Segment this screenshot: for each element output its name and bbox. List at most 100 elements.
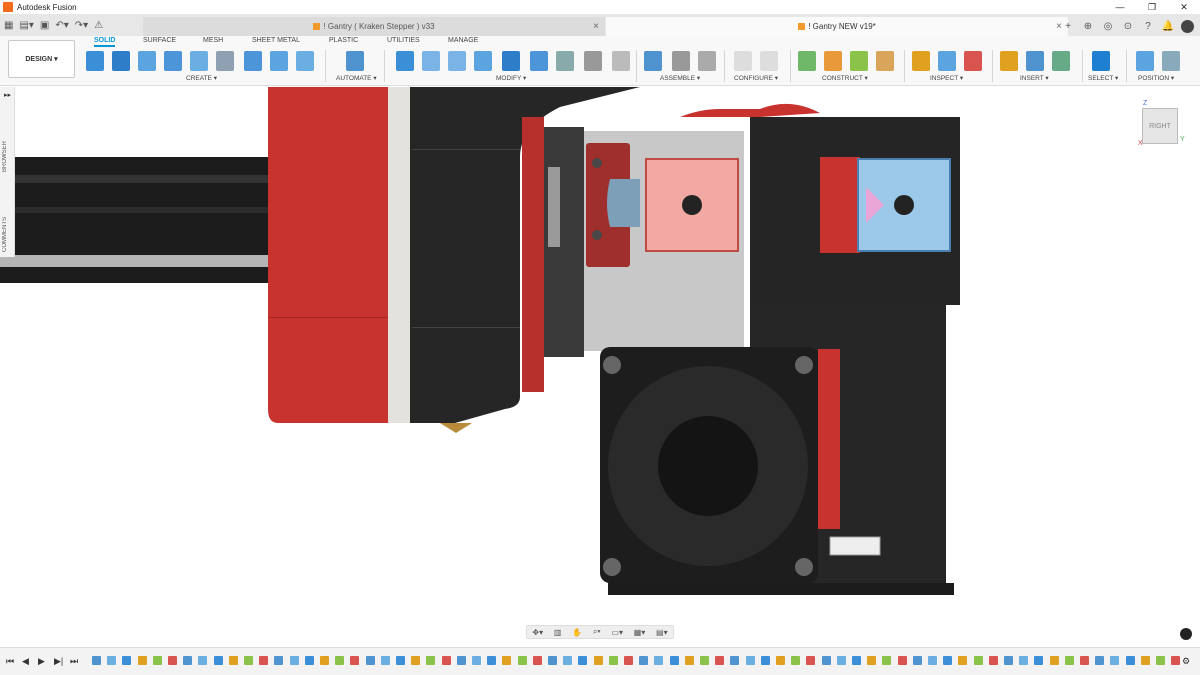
browser-panel-collapsed[interactable]: ▸▸ BROWSER COMMENTS — [0, 87, 15, 257]
timeline-feature-icon[interactable] — [593, 656, 603, 665]
maximize-button[interactable]: ❐ — [1136, 0, 1168, 14]
select-icon[interactable] — [1092, 51, 1110, 71]
timeline-start-icon[interactable]: ⏮ — [6, 656, 14, 667]
timeline-feature-icon[interactable] — [1171, 656, 1181, 665]
capture-position-icon[interactable] — [1136, 51, 1154, 71]
tab-sheet-metal[interactable]: SHEET METAL — [252, 37, 300, 44]
timeline-feature-icon[interactable] — [289, 656, 299, 665]
timeline-feature-icon[interactable] — [472, 656, 481, 665]
timeline-feature-icon[interactable] — [806, 656, 816, 665]
timeline-feature-icon[interactable] — [411, 656, 421, 665]
timeline-feature-icon[interactable] — [654, 656, 664, 665]
timeline-feature-icon[interactable] — [836, 656, 846, 665]
timeline-feature-icon[interactable] — [441, 656, 451, 665]
timeline-feature-icon[interactable] — [608, 656, 618, 665]
timeline-feature-icon[interactable] — [791, 656, 801, 665]
timeline-feature-icon[interactable] — [137, 656, 147, 665]
timeline-feature-icon[interactable] — [335, 656, 345, 665]
timeline-feature-icon[interactable] — [700, 656, 709, 665]
viewports-icon[interactable]: ▤▾ — [656, 628, 668, 637]
timeline-feature-icon[interactable] — [548, 656, 557, 665]
configuration-table-icon[interactable] — [760, 51, 778, 71]
timeline-feature-icon[interactable] — [350, 656, 360, 665]
timeline-feature-icon[interactable] — [517, 656, 527, 665]
timeline-feature-icon[interactable] — [988, 656, 998, 665]
group-insert[interactable]: INSERT ▾ — [1020, 74, 1049, 82]
timeline-feature-icon[interactable] — [107, 656, 117, 665]
timeline-feature-icon[interactable] — [669, 656, 679, 665]
new-tab-icon[interactable]: + — [1061, 21, 1075, 32]
timeline-settings-icon[interactable]: ⚙ — [1182, 656, 1190, 667]
timeline-feature-icon[interactable] — [502, 656, 512, 665]
pattern-icon[interactable] — [270, 51, 288, 71]
minimize-button[interactable]: — — [1104, 0, 1136, 14]
job-status-icon[interactable]: ⚠ — [94, 20, 103, 31]
timeline-feature-icon[interactable] — [198, 656, 208, 665]
tab-kraken-stepper[interactable]: ! Gantry ( Kraken Stepper ) v33 × — [143, 17, 605, 36]
timeline-feature-icon[interactable] — [1125, 656, 1135, 665]
timeline-play-icon[interactable]: ▶ — [38, 656, 45, 667]
revert-position-icon[interactable] — [1162, 51, 1180, 71]
timeline-feature-icon[interactable] — [760, 656, 770, 665]
hole-icon[interactable] — [216, 51, 234, 71]
timeline-feature-icon[interactable] — [365, 656, 375, 665]
timeline-feature-icon[interactable] — [897, 656, 907, 665]
chamfer-icon[interactable] — [448, 51, 466, 71]
extensions-icon[interactable]: ⊕ — [1081, 21, 1095, 32]
extrude-icon[interactable] — [112, 51, 130, 71]
save-icon[interactable]: ▣ — [40, 20, 49, 31]
tab-mesh[interactable]: MESH — [203, 37, 223, 44]
tab-plastic[interactable]: PLASTIC — [329, 37, 358, 44]
timeline-feature-icon[interactable] — [1095, 656, 1105, 665]
timeline-feature-icon[interactable] — [259, 656, 269, 665]
move-icon[interactable] — [584, 51, 602, 71]
timeline-feature-icon[interactable] — [532, 656, 542, 665]
help-icon[interactable]: ? — [1141, 21, 1155, 32]
online-status-icon[interactable]: ⊙ — [1121, 21, 1135, 32]
group-select[interactable]: SELECT ▾ — [1088, 74, 1118, 82]
group-create[interactable]: CREATE ▾ — [186, 74, 217, 82]
timeline-feature-icon[interactable] — [684, 656, 694, 665]
section-analysis-icon[interactable] — [964, 51, 982, 71]
timeline-feature-icon[interactable] — [578, 656, 588, 665]
sweep-icon[interactable] — [164, 51, 182, 71]
tab-solid[interactable]: SOLID — [94, 37, 116, 47]
grid-settings-icon[interactable]: ▦▾ — [634, 628, 646, 637]
combine-icon[interactable] — [502, 51, 520, 71]
plane-at-angle-icon[interactable] — [824, 51, 842, 71]
timeline-feature-icon[interactable] — [304, 656, 314, 665]
group-position[interactable]: POSITION ▾ — [1138, 74, 1174, 82]
insert-derive-icon[interactable] — [1000, 51, 1018, 71]
timeline-feature-icon[interactable] — [624, 656, 633, 665]
file-menu-icon[interactable]: ▤▾ — [19, 20, 33, 31]
timeline-feature-icon[interactable] — [852, 656, 861, 665]
loft-icon[interactable] — [190, 51, 208, 71]
timeline-end-icon[interactable]: ⏭ — [70, 656, 78, 667]
offset-plane-icon[interactable] — [798, 51, 816, 71]
timeline-feature-icon[interactable] — [228, 656, 238, 665]
zoom-icon[interactable]: ⌕▾ — [593, 627, 601, 637]
timeline-feature-icon[interactable] — [563, 656, 573, 665]
rib-icon[interactable] — [244, 51, 262, 71]
timeline-feature-icon[interactable] — [943, 656, 953, 665]
model-render[interactable] — [0, 87, 1200, 645]
timeline-feature-icon[interactable] — [183, 656, 193, 665]
timeline-feature-icon[interactable] — [380, 656, 390, 665]
pan-icon[interactable]: ✋ — [572, 628, 582, 637]
shell-icon[interactable] — [474, 51, 492, 71]
timeline-feature-icon[interactable] — [912, 656, 922, 665]
timeline-feature-icon[interactable] — [122, 656, 132, 665]
flip-view-icon[interactable] — [1180, 628, 1192, 640]
align-icon[interactable] — [556, 51, 574, 71]
tab-surface[interactable]: SURFACE — [143, 37, 176, 44]
timeline-feature-icon[interactable] — [456, 656, 466, 665]
timeline-feature-icon[interactable] — [958, 656, 968, 665]
display-settings-icon[interactable]: ▭▾ — [611, 628, 623, 637]
timeline-feature-icon[interactable] — [867, 656, 877, 665]
timeline-feature-icon[interactable] — [320, 656, 329, 665]
configure-icon[interactable] — [734, 51, 752, 71]
point-icon[interactable] — [876, 51, 894, 71]
press-pull-icon[interactable] — [396, 51, 414, 71]
timeline-feature-icon[interactable] — [152, 656, 162, 665]
timeline-prev-icon[interactable]: ◀ — [22, 656, 29, 667]
